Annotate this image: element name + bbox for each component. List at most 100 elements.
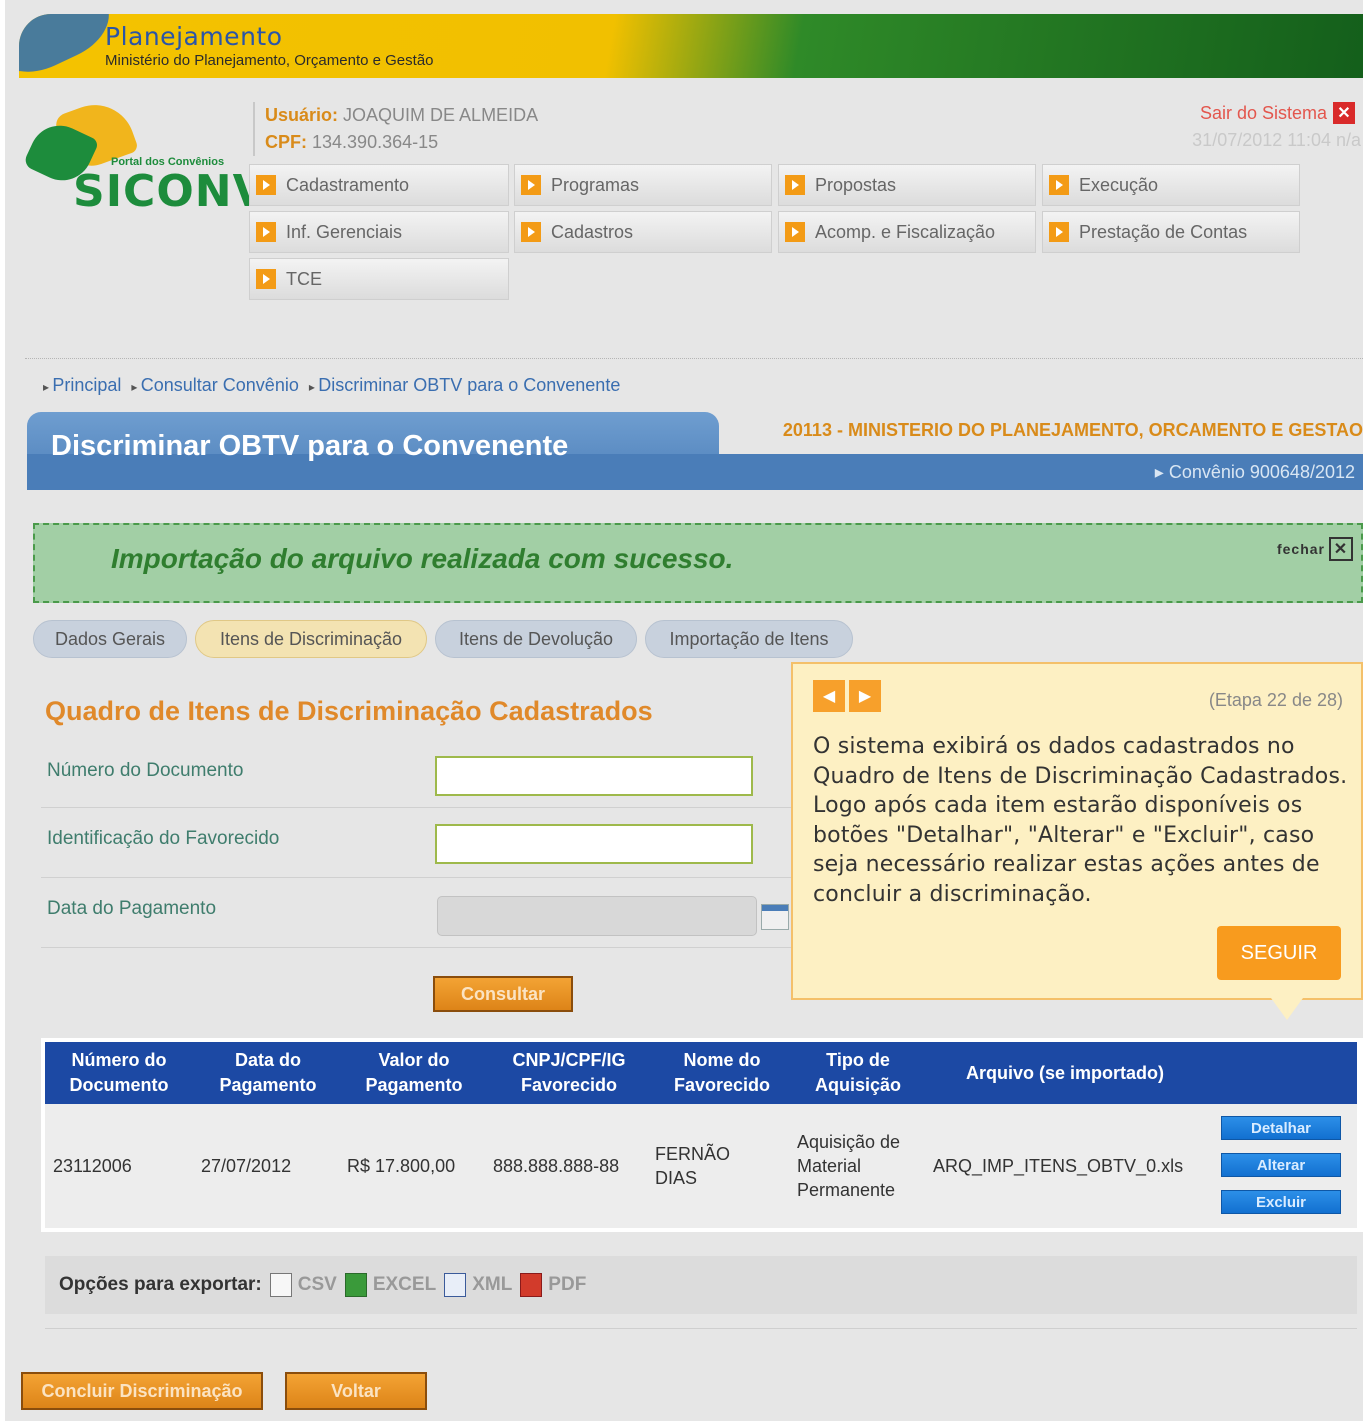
pdf-file-icon xyxy=(520,1273,543,1297)
data-pagamento-input[interactable] xyxy=(437,896,757,936)
menu-label: Programas xyxy=(551,174,640,195)
data-pagamento-label: Data do Pagamento xyxy=(47,898,217,919)
menu-label: Cadastros xyxy=(551,221,634,242)
menu-prestacao-contas[interactable]: Prestação de Contas xyxy=(1042,211,1300,253)
export-pdf[interactable]: PDF xyxy=(520,1273,586,1297)
cpf-label: CPF: xyxy=(265,132,307,152)
user-cpf-line: CPF: 134.390.364-15 xyxy=(265,129,538,156)
logout-link[interactable]: Sair do Sistema ✕ xyxy=(1200,102,1355,124)
page-container: Planejamento Ministério do Planejamento,… xyxy=(5,0,1363,1421)
menu-acomp-fiscalizacao[interactable]: Acomp. e Fiscalização xyxy=(778,211,1036,253)
export-csv-label: CSV xyxy=(297,1274,337,1295)
user-label: Usuário: xyxy=(265,105,339,125)
banner-title: Planejamento xyxy=(105,22,283,51)
organization-name: 20113 - MINISTERIO DO PLANEJAMENTO, ORCA… xyxy=(782,420,1363,440)
arrow-right-icon xyxy=(256,269,276,289)
arrow-right-icon xyxy=(1049,222,1069,242)
arrow-right-icon xyxy=(785,222,805,242)
section-title: Quadro de Itens de Discriminação Cadastr… xyxy=(45,696,653,726)
user-name: JOAQUIM DE ALMEIDA xyxy=(343,105,539,125)
menu-programas[interactable]: Programas xyxy=(514,164,772,206)
header-valor: Valor do Pagamento xyxy=(341,1042,487,1104)
breadcrumb: Principal Consultar Convênio Discriminar… xyxy=(43,375,620,396)
header-data: Data do Pagamento xyxy=(195,1042,341,1104)
success-message: Importação do arquivo realizada com suce… xyxy=(111,543,734,574)
identificacao-favorecido-input[interactable] xyxy=(435,824,753,864)
menu-label: Execução xyxy=(1079,174,1159,195)
header-cnpj: CNPJ/CPF/IG Favorecido xyxy=(487,1042,651,1104)
next-arrow-icon[interactable]: ▶ xyxy=(849,680,881,712)
menu-label: Inf. Gerenciais xyxy=(286,221,403,242)
export-xml[interactable]: XML xyxy=(444,1273,512,1297)
close-icon: ✕ xyxy=(1333,102,1355,124)
cell-numero: 23112006 xyxy=(53,1155,132,1176)
csv-file-icon xyxy=(269,1273,292,1297)
tab-dados-gerais[interactable]: Dados Gerais xyxy=(33,620,187,658)
header-nome-text: Nome do Favorecido xyxy=(673,1050,771,1095)
divider xyxy=(45,1328,1357,1329)
tooltip-text: O sistema exibirá os dados cadastrados n… xyxy=(813,734,1348,907)
menu-cadastramento[interactable]: Cadastramento xyxy=(249,164,509,206)
cell-nome: FERNÃO DIAS xyxy=(655,1144,731,1188)
table-row: 23112006 27/07/2012 R$ 17.800,00 888.888… xyxy=(45,1104,1357,1228)
cell-arquivo: ARQ_IMP_ITENS_OBTV_0.xls xyxy=(933,1155,1184,1176)
previous-arrow-icon[interactable]: ◀ xyxy=(813,680,845,712)
menu-inf-gerenciais[interactable]: Inf. Gerenciais xyxy=(249,211,509,253)
export-csv[interactable]: CSV xyxy=(269,1273,337,1297)
menu-label: Acomp. e Fiscalização xyxy=(815,221,996,242)
session-datetime: 31/07/2012 11:04 n/a xyxy=(1192,130,1361,150)
success-close-button[interactable]: fechar ✕ xyxy=(1277,537,1353,561)
alterar-button[interactable]: Alterar xyxy=(1221,1153,1341,1177)
tab-itens-discriminacao[interactable]: Itens de Discriminação xyxy=(195,620,427,658)
top-banner: Planejamento Ministério do Planejamento,… xyxy=(19,14,1363,78)
divider xyxy=(25,358,1363,359)
siconv-logo: Portal dos Convênios SICONV xyxy=(22,93,267,220)
cell-valor: R$ 17.800,00 xyxy=(347,1155,456,1176)
banner-subtitle: Ministério do Planejamento, Orçamento e … xyxy=(105,52,434,69)
menu-tce[interactable]: TCE xyxy=(249,258,509,300)
numero-documento-input[interactable] xyxy=(435,756,753,796)
tooltip-nav: ◀ ▶ xyxy=(813,680,881,712)
tooltip-pointer xyxy=(1271,998,1303,1020)
concluir-discriminacao-button[interactable]: Concluir Discriminação xyxy=(21,1372,263,1410)
menu-execucao[interactable]: Execução xyxy=(1042,164,1300,206)
voltar-button[interactable]: Voltar xyxy=(285,1372,427,1410)
breadcrumb-discriminar-obtv[interactable]: Discriminar OBTV para o Convenente xyxy=(309,375,620,396)
user-cpf: 134.390.364-15 xyxy=(312,132,439,152)
user-name-line: Usuário: JOAQUIM DE ALMEIDA xyxy=(265,102,538,129)
tab-itens-devolucao[interactable]: Itens de Devolução xyxy=(435,620,637,658)
excluir-button[interactable]: Excluir xyxy=(1221,1190,1341,1214)
convenio-number: ▸ Convênio 900648/2012 xyxy=(1154,462,1355,482)
seguir-button[interactable]: SEGUIR xyxy=(1217,926,1341,980)
export-excel[interactable]: EXCEL xyxy=(344,1273,436,1297)
tooltip-step-counter: (Etapa 22 de 28) xyxy=(1208,690,1343,710)
menu-label: Propostas xyxy=(815,174,897,195)
menu-label: Prestação de Contas xyxy=(1079,221,1248,242)
header-tipo-text: Tipo de Aquisição xyxy=(814,1050,902,1095)
breadcrumb-consultar-convenio[interactable]: Consultar Convênio xyxy=(131,375,299,396)
header-nome: Nome do Favorecido xyxy=(651,1042,793,1104)
header-tipo: Tipo de Aquisição xyxy=(793,1042,923,1104)
header-numero: Número do Documento xyxy=(45,1042,193,1104)
arrow-right-icon xyxy=(521,222,541,242)
menu-propostas[interactable]: Propostas xyxy=(778,164,1036,206)
items-table: Número do Documento Data do Pagamento Va… xyxy=(41,1038,1363,1232)
calendar-icon[interactable] xyxy=(761,904,789,930)
user-info: Usuário: JOAQUIM DE ALMEIDA CPF: 134.390… xyxy=(253,102,538,156)
export-xml-label: XML xyxy=(472,1274,513,1295)
logout-label: Sair do Sistema xyxy=(1199,102,1327,123)
cell-data: 27/07/2012 xyxy=(201,1155,292,1176)
tab-importacao-itens[interactable]: Importação de Itens xyxy=(645,620,853,658)
consultar-button[interactable]: Consultar xyxy=(433,976,573,1012)
header-valor-text: Valor do Pagamento xyxy=(365,1050,463,1095)
menu-label: TCE xyxy=(286,268,322,289)
detalhar-button[interactable]: Detalhar xyxy=(1221,1116,1341,1140)
header-cnpj-text: CNPJ/CPF/IG Favorecido xyxy=(512,1050,626,1095)
cell-tipo: Aquisição de Material Permanente xyxy=(797,1132,901,1200)
header-arquivo: Arquivo (se importado) xyxy=(925,1042,1205,1104)
excel-file-icon xyxy=(344,1273,367,1297)
menu-cadastros[interactable]: Cadastros xyxy=(514,211,772,253)
tutorial-tooltip: ◀ ▶ (Etapa 22 de 28) O sistema exibirá o… xyxy=(791,662,1363,1000)
breadcrumb-principal[interactable]: Principal xyxy=(43,375,121,396)
numero-documento-label: Número do Documento xyxy=(47,760,244,781)
